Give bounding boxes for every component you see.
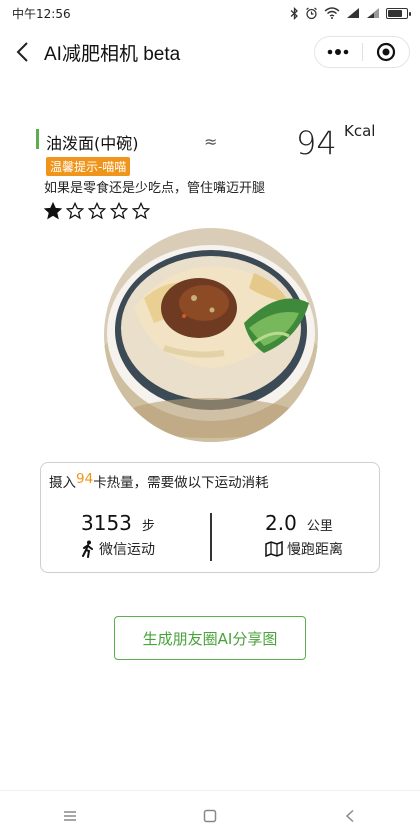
rating-stars [44, 202, 150, 220]
steps-column: 3153 步 微信运动 [81, 511, 231, 559]
more-button[interactable] [315, 37, 362, 67]
back-triangle-icon [345, 809, 354, 822]
headline-suffix: 卡热量，需要做以下运动消耗 [93, 475, 269, 491]
exercise-card: 摄入 94 卡热量，需要做以下运动消耗 3153 步 微信运动 2.0 公里 慢跑距离 [40, 462, 380, 573]
system-nav-bar [0, 790, 420, 840]
run-value: 2.0 [265, 511, 297, 535]
run-unit: 公里 [306, 519, 333, 534]
target-icon [376, 42, 395, 62]
status-time: 中午12:56 [12, 6, 71, 21]
calorie-unit: Kcal [344, 122, 376, 140]
star-empty-icon [66, 202, 84, 220]
star-filled-icon [44, 202, 62, 220]
nav-bar: AI减肥相机 beta [0, 26, 420, 78]
status-bar: 中午12:56 [0, 0, 420, 26]
back-arrow-icon [16, 42, 28, 62]
headline-prefix: 摄入 [49, 475, 76, 491]
food-name: 油泼面(中碗) [46, 134, 139, 153]
back-button[interactable] [10, 38, 36, 66]
recent-apps-button[interactable] [40, 796, 100, 836]
steps-label: 微信运动 [99, 542, 155, 558]
steps-label-row: 微信运动 [81, 539, 231, 559]
approx-symbol: ≈ [204, 132, 218, 151]
alarm-icon [306, 7, 317, 19]
tip-text: 如果是零食还是少吃点，管住嘴迈开腿 [44, 181, 266, 196]
star-empty-icon [132, 202, 150, 220]
calorie-value: 94 [296, 124, 337, 162]
system-back-button[interactable] [320, 796, 380, 836]
page-title: AI减肥相机 beta [44, 44, 181, 65]
close-miniprogram-button[interactable] [363, 37, 410, 67]
home-square-icon [203, 809, 217, 822]
wifi-icon [324, 7, 340, 19]
status-icons [290, 6, 411, 20]
more-dots-icon [327, 49, 349, 55]
exercise-divider [210, 513, 212, 561]
accent-bar [36, 129, 39, 149]
star-empty-icon [88, 202, 106, 220]
signal-icon [367, 8, 379, 18]
food-name-row: 油泼面(中碗) ≈ 94 Kcal [36, 122, 386, 162]
headline-calories: 94 [76, 471, 94, 487]
exercise-headline: 摄入 94 卡热量，需要做以下运动消耗 [49, 471, 269, 491]
map-icon [265, 541, 283, 557]
star-empty-icon [110, 202, 128, 220]
menu-icon [64, 810, 76, 821]
signal-icon [347, 8, 359, 18]
battery-icon [386, 7, 411, 19]
steps-value: 3153 [81, 511, 132, 535]
run-label-row: 慢跑距离 [265, 539, 415, 559]
run-label: 慢跑距离 [287, 542, 343, 558]
walker-icon [82, 540, 93, 558]
battery-level [388, 9, 403, 17]
tip-badge: 温馨提示-喵喵 [46, 157, 131, 176]
home-button[interactable] [180, 796, 240, 836]
noodle-bowl-image [104, 228, 318, 442]
share-moments-button[interactable]: 生成朋友圈AI分享图 [114, 616, 306, 660]
food-header: 油泼面(中碗) ≈ 94 Kcal 温馨提示-喵喵 如果是零食还是少吃点，管住嘴… [36, 122, 386, 220]
bluetooth-icon [290, 6, 298, 20]
steps-unit: 步 [141, 519, 155, 534]
run-column: 2.0 公里 慢跑距离 [265, 511, 415, 559]
miniprogram-capsule [314, 36, 410, 68]
food-photo [104, 228, 318, 442]
